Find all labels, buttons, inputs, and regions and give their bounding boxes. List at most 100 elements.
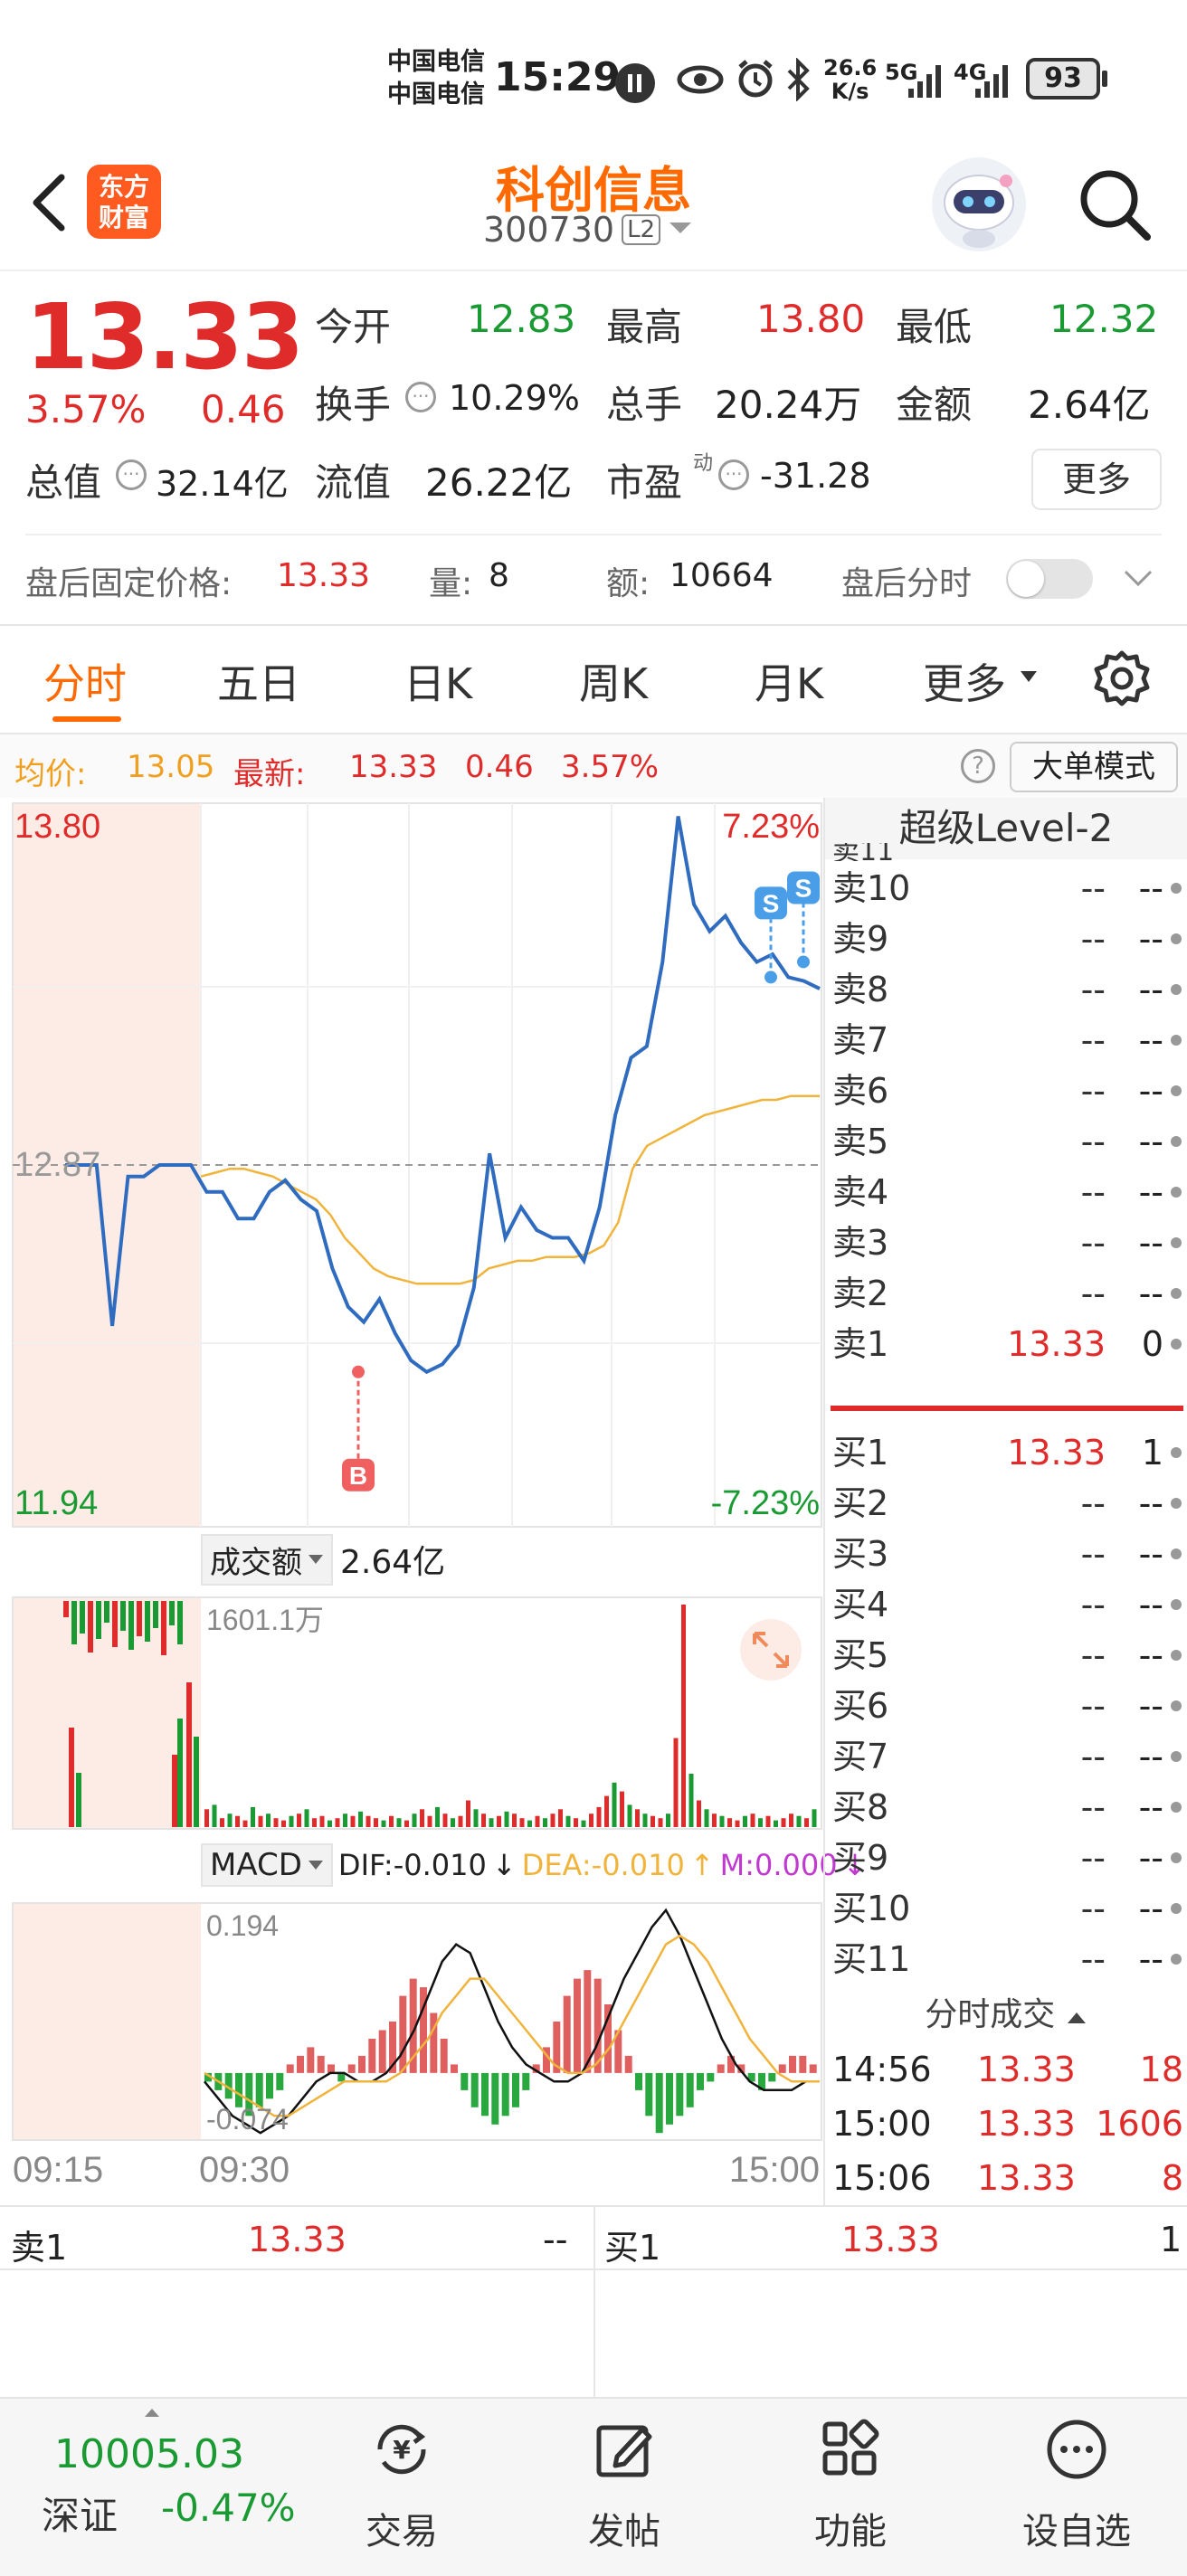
sell-level-row[interactable]: 卖10 -- -- [825,863,1187,914]
bottom-buy-vol: 1 [1160,2220,1182,2259]
tab-more[interactable]: 更多 [923,651,1006,711]
buy-level-row[interactable]: 买7 -- -- [825,1731,1187,1782]
buy-level-label: 买10 [832,1889,911,1928]
amount-label: 金额 [896,383,973,427]
volume-bar [297,1814,301,1827]
high-label: 最高 [606,305,683,349]
nav-functions[interactable]: 功能 [796,2408,905,2567]
volume-bar [319,1815,325,1827]
tab-daily-k[interactable]: 日K [404,651,472,711]
sell-level-row[interactable]: 卖1 13.33 0 [825,1319,1187,1369]
tab-monthly-k[interactable]: 月K [755,651,823,711]
info-icon[interactable]: ··· [405,382,436,412]
caret-down-icon [309,1555,323,1564]
tab-five-day[interactable]: 五日 [217,651,300,711]
buy-level-volume: -- [1138,1635,1163,1675]
volume-bar [169,1601,175,1625]
index-value[interactable]: 10005.03 [54,2431,244,2477]
macd-bar [512,2072,519,2107]
tab-weekly-k[interactable]: 周K [579,651,648,711]
chevron-down-icon [668,219,693,241]
expand-icon-bg[interactable] [740,1619,802,1681]
buy-level-row[interactable]: 买9 -- -- [825,1833,1187,1883]
volume-indicator-selector[interactable]: 成交额 [201,1533,333,1586]
intraday-chart-area[interactable]: B SS 13.80 11.94 12.87 7.23% -7.23% 1601.… [0,798,823,2198]
more-dots-icon [1047,2420,1106,2479]
sell-level-label: 卖1 [832,1324,889,1364]
tick-trade-row: 15:06 13.33 8 [825,2151,1187,2205]
nav-trade[interactable]: ¥ 交易 [347,2408,456,2567]
sell-level-price: -- [1080,1071,1106,1111]
volume-bar [381,1820,386,1827]
buy-level-volume: -- [1138,1939,1163,1979]
buy-signal-marker[interactable]: B [342,1365,375,1492]
volume-bar [396,1818,402,1827]
gear-icon[interactable] [1093,649,1151,707]
info-icon[interactable]: ··· [718,459,749,490]
buy-level-row[interactable]: 买5 -- -- [825,1630,1187,1681]
buy-level-row[interactable]: 买10 -- -- [825,1883,1187,1934]
tick-trades-header[interactable]: 分时成交 [825,1988,1187,2042]
turnover-value: 10.29% [449,378,580,418]
more-button[interactable]: 更多 [1031,449,1162,510]
chart-tabs: 分时 五日 日K 周K 月K 更多 [0,626,1187,734]
macd-dea-value: DEA:-0.010 [521,1848,685,1882]
macd-bar [768,2072,776,2082]
float-cap-value: 26.22亿 [425,460,573,505]
volume-bar [697,1800,701,1827]
chevron-down-icon[interactable] [1122,563,1154,595]
nav-add-watchlist[interactable]: 设自选 [1013,2408,1140,2567]
sell-level-row[interactable]: 卖8 -- -- [825,964,1187,1015]
volume-bar [177,1601,183,1644]
help-icon[interactable]: ? [961,749,995,783]
buy-level-row[interactable]: 买3 -- -- [825,1529,1187,1579]
volume-bar [481,1814,486,1827]
change-amount: 0.46 [201,387,286,431]
sell-level-row[interactable]: 卖9 -- -- [825,914,1187,964]
macd-bar [368,2039,376,2073]
pct-top-label: 7.23% [722,808,820,846]
sell-level-row[interactable]: 卖5 -- -- [825,1116,1187,1167]
sell-level-row[interactable]: 卖6 -- -- [825,1065,1187,1116]
sell-level-row[interactable]: 卖7 -- -- [825,1015,1187,1065]
sell-level-row[interactable]: 卖4 -- -- [825,1167,1187,1217]
macd-indicator-selector[interactable]: MACD [201,1843,333,1887]
dot-icon [1171,1548,1182,1559]
buy-level-row[interactable]: 买4 -- -- [825,1579,1187,1630]
sell-level-row[interactable]: 卖2 -- -- [825,1268,1187,1319]
sell-signal-marker[interactable]: S [787,871,820,969]
buy-level-row[interactable]: 买2 -- -- [825,1478,1187,1529]
volume-bar [812,1809,817,1827]
nav-post[interactable]: 发帖 [570,2408,679,2567]
dot-icon [1171,1498,1182,1509]
block-order-mode-button[interactable]: 大单模式 [1010,742,1178,792]
volume-bar [543,1818,547,1827]
search-icon[interactable] [1077,166,1153,242]
volume-bar [177,1719,183,1827]
volume-bar [627,1804,632,1827]
after-hours-toggle[interactable] [1006,559,1093,599]
robot-assistant-icon[interactable] [932,157,1026,251]
tick-trade-row: 15:00 13.33 1606 [825,2097,1187,2151]
buy-level-row[interactable]: 买6 -- -- [825,1681,1187,1731]
buy-level-row[interactable]: 买11 -- -- [825,1934,1187,1984]
divider [0,2268,1187,2270]
macd-m-value: M:0.000 [719,1848,838,1882]
battery-indicator: 93 [1026,58,1100,99]
stock-code-row[interactable]: 300730 L2 [483,210,693,250]
macd-bar [307,2047,315,2073]
avg-price-value: 13.05 [127,749,215,785]
tab-intraday[interactable]: 分时 [43,651,127,711]
sell-level-row[interactable]: 卖3 -- -- [825,1217,1187,1268]
sell-level-volume: -- [1138,1020,1163,1060]
volume-bar [88,1601,93,1653]
buy-level-label: 买1 [832,1433,889,1473]
info-icon[interactable]: ··· [116,459,147,490]
caret-up-icon[interactable] [143,2404,161,2417]
buy-level-row[interactable]: 买1 13.33 1 [825,1427,1187,1478]
sell-level-label: 卖2 [832,1274,889,1313]
dot-icon [1171,1339,1182,1350]
tick-price: 13.33 [977,2104,1076,2144]
volume-bar [565,1815,571,1827]
buy-level-row[interactable]: 买8 -- -- [825,1782,1187,1833]
